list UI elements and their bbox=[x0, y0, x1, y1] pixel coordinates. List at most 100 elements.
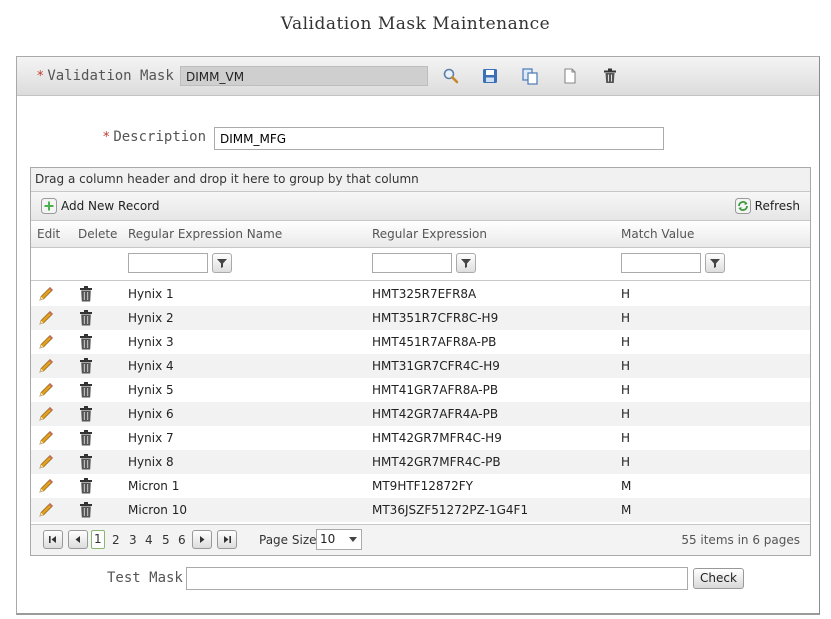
regex-cell: MT36JSZF51272PZ-1G4F1 bbox=[372, 503, 529, 517]
delete-trash-icon[interactable] bbox=[78, 501, 94, 519]
last-page-button[interactable] bbox=[217, 530, 237, 549]
match-value-cell: H bbox=[621, 455, 631, 469]
pager-info: 55 items in 6 pages bbox=[681, 533, 800, 547]
check-button[interactable]: Check bbox=[693, 568, 744, 589]
edit-pencil-icon[interactable] bbox=[37, 333, 55, 351]
page-number-current[interactable]: 1 bbox=[91, 530, 105, 549]
edit-pencil-icon[interactable] bbox=[37, 453, 55, 471]
validation-mask-label-text: Validation Mask bbox=[47, 68, 174, 84]
regex-name-filter-button[interactable] bbox=[212, 253, 232, 273]
previous-page-button[interactable] bbox=[68, 530, 88, 549]
regex-name-cell: Hynix 1 bbox=[128, 287, 174, 301]
regex-name-filter-input[interactable] bbox=[128, 253, 208, 273]
edit-pencil-icon[interactable] bbox=[37, 285, 55, 303]
first-page-button[interactable] bbox=[43, 530, 63, 549]
regex-name-cell: Micron 1 bbox=[128, 479, 180, 493]
page-number[interactable]: 5 bbox=[162, 533, 170, 547]
delete-trash-icon[interactable] bbox=[78, 333, 94, 351]
description-label-text: Description bbox=[113, 129, 207, 145]
save-icon[interactable] bbox=[481, 67, 499, 85]
page-size-select[interactable]: 10 bbox=[316, 529, 362, 550]
match-value-cell: H bbox=[621, 311, 631, 325]
refresh-label: Refresh bbox=[754, 199, 800, 213]
page-size-value: 10 bbox=[320, 532, 336, 546]
group-by-area[interactable]: Drag a column header and drop it here to… bbox=[31, 168, 810, 192]
column-header-match-value[interactable]: Match Value bbox=[621, 227, 694, 241]
search-icon[interactable] bbox=[442, 67, 460, 85]
match-value-cell: H bbox=[621, 287, 631, 301]
add-new-record-label: Add New Record bbox=[61, 199, 160, 213]
filter-icon bbox=[461, 259, 471, 268]
regex-cell: HMT325R7EFR8A bbox=[372, 287, 477, 301]
delete-icon[interactable] bbox=[601, 67, 619, 85]
column-header-regex-name[interactable]: Regular Expression Name bbox=[128, 227, 282, 241]
edit-pencil-icon[interactable] bbox=[37, 429, 55, 447]
edit-pencil-icon[interactable] bbox=[37, 309, 55, 327]
match-value-cell: H bbox=[621, 335, 631, 349]
table-row: Hynix 1 HMT325R7EFR8A H bbox=[31, 282, 810, 306]
match-value-filter-input[interactable] bbox=[621, 253, 701, 273]
copy-icon[interactable] bbox=[521, 67, 539, 85]
page-number[interactable]: 2 bbox=[112, 533, 120, 547]
page-number[interactable]: 6 bbox=[178, 533, 186, 547]
description-label: * Description bbox=[103, 129, 206, 145]
match-value-cell: M bbox=[621, 503, 632, 517]
regex-cell: HMT42GR7MFR4C-PB bbox=[372, 455, 501, 469]
table-row: Hynix 5 HMT41GR7AFR8A-PB H bbox=[31, 378, 810, 402]
edit-pencil-icon[interactable] bbox=[37, 501, 55, 519]
add-new-record-button[interactable]: Add New Record bbox=[41, 198, 160, 214]
column-header-delete[interactable]: Delete bbox=[78, 227, 117, 241]
add-icon bbox=[41, 198, 57, 214]
page-number[interactable]: 4 bbox=[145, 533, 153, 547]
test-mask-label: Test Mask bbox=[107, 570, 183, 586]
edit-pencil-icon[interactable] bbox=[37, 381, 55, 399]
mask-toolbar: * Validation Mask DIMM_VM bbox=[17, 57, 819, 96]
regex-cell: HMT42GR7MFR4C-H9 bbox=[372, 431, 502, 445]
new-document-icon[interactable] bbox=[561, 67, 579, 85]
regex-cell: HMT41GR7AFR8A-PB bbox=[372, 383, 499, 397]
delete-trash-icon[interactable] bbox=[78, 357, 94, 375]
regex-cell: MT9HTF12872FY bbox=[372, 479, 473, 493]
description-input[interactable] bbox=[214, 127, 664, 150]
grid-pager: 1 2 3 4 5 6 Page Size: 10 55 items in 6 … bbox=[31, 524, 810, 555]
last-page-icon bbox=[224, 536, 231, 543]
regex-name-cell: Hynix 3 bbox=[128, 335, 174, 349]
grid-header-row: Edit Delete Regular Expression Name Regu… bbox=[31, 221, 810, 248]
regex-name-cell: Hynix 7 bbox=[128, 431, 174, 445]
delete-trash-icon[interactable] bbox=[78, 285, 94, 303]
regex-cell: HMT451R7AFR8A-PB bbox=[372, 335, 497, 349]
match-value-filter-button[interactable] bbox=[705, 253, 725, 273]
validation-mask-value[interactable]: DIMM_VM bbox=[180, 66, 428, 86]
regex-name-cell: Micron 10 bbox=[128, 503, 187, 517]
delete-trash-icon[interactable] bbox=[78, 429, 94, 447]
regex-filter-input[interactable] bbox=[372, 253, 452, 273]
column-header-edit[interactable]: Edit bbox=[37, 227, 60, 241]
regex-cell: HMT31GR7CFR4C-H9 bbox=[372, 359, 500, 373]
match-value-cell: M bbox=[621, 479, 632, 493]
delete-trash-icon[interactable] bbox=[78, 477, 94, 495]
page-number[interactable]: 3 bbox=[129, 533, 137, 547]
delete-trash-icon[interactable] bbox=[78, 309, 94, 327]
regex-name-cell: Hynix 5 bbox=[128, 383, 174, 397]
column-header-regex[interactable]: Regular Expression bbox=[372, 227, 487, 241]
delete-trash-icon[interactable] bbox=[78, 453, 94, 471]
edit-pencil-icon[interactable] bbox=[37, 477, 55, 495]
page-size-label: Page Size: bbox=[259, 533, 321, 547]
regex-cell: HMT351R7CFR8C-H9 bbox=[372, 311, 499, 325]
match-value-cell: H bbox=[621, 431, 631, 445]
refresh-icon bbox=[734, 198, 751, 214]
next-page-button[interactable] bbox=[192, 530, 212, 549]
filter-icon bbox=[217, 259, 227, 268]
delete-trash-icon[interactable] bbox=[78, 381, 94, 399]
test-mask-input[interactable] bbox=[186, 567, 688, 590]
edit-pencil-icon[interactable] bbox=[37, 405, 55, 423]
maintenance-panel: * Validation Mask DIMM_VM * Description … bbox=[16, 56, 820, 615]
validation-mask-label: * Validation Mask bbox=[37, 68, 174, 84]
delete-trash-icon[interactable] bbox=[78, 405, 94, 423]
regex-filter-button[interactable] bbox=[456, 253, 476, 273]
refresh-button[interactable]: Refresh bbox=[734, 198, 800, 214]
regex-name-cell: Hynix 8 bbox=[128, 455, 174, 469]
grid-filter-row bbox=[31, 248, 810, 281]
edit-pencil-icon[interactable] bbox=[37, 357, 55, 375]
previous-page-icon bbox=[75, 536, 80, 543]
